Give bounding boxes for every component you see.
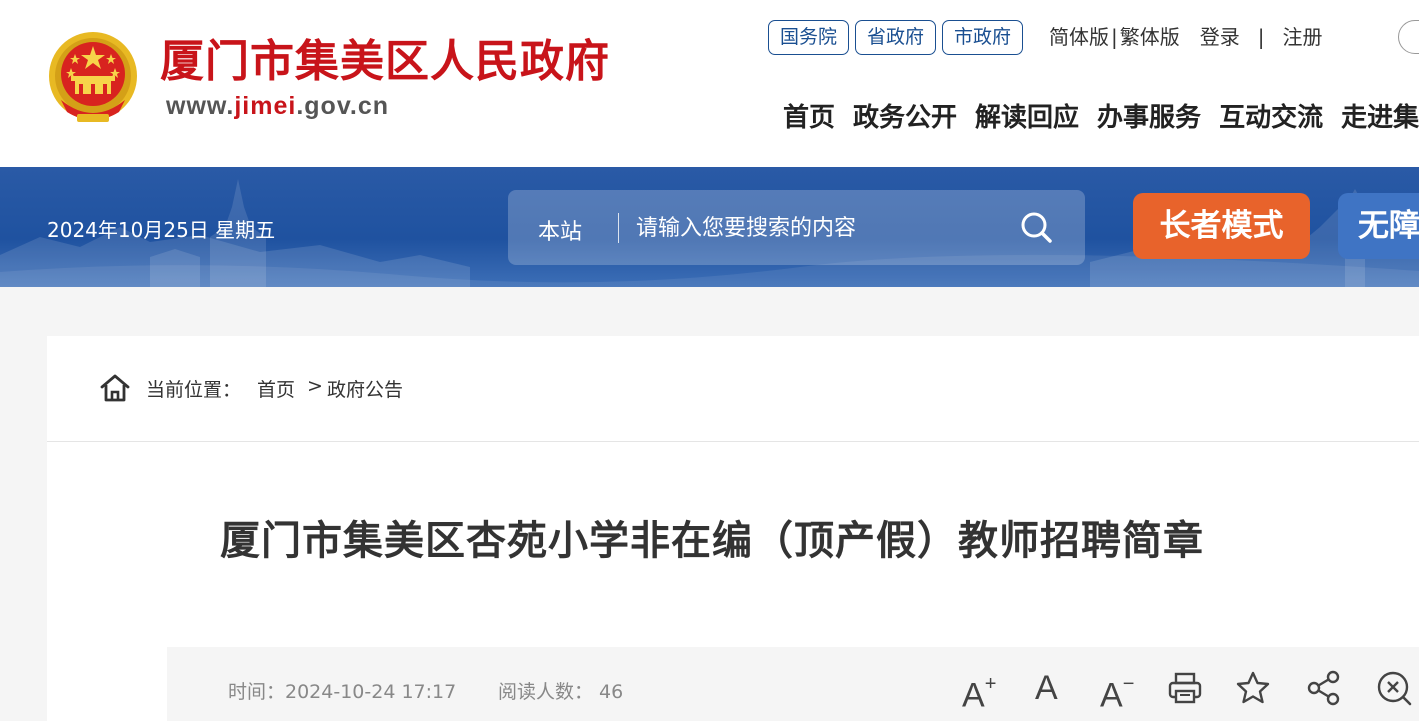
current-date: 2024年10月25日 星期五 [47, 218, 276, 242]
nav-home[interactable]: 首页 [783, 100, 835, 136]
traditional-version-link[interactable]: 繁体版 [1120, 20, 1180, 55]
breadcrumb-label: 当前位置： [146, 379, 242, 401]
register-link[interactable]: 注册 [1283, 20, 1323, 55]
article-meta-bar: 时间：2024-10-24 17:17 阅读人数： 46 A+ A A− [167, 647, 1419, 721]
link-city-gov[interactable]: 市政府 [942, 20, 1024, 55]
search-divider [618, 213, 619, 243]
article-card: 当前位置： 首页 > 政府公告 厦门市集美区杏苑小学非在编（顶产假）教师招聘简章… [47, 336, 1419, 721]
breadcrumb-home-link[interactable]: 首页 [257, 375, 295, 402]
search-box: 本站 [508, 190, 1085, 265]
accessibility-button[interactable]: 无障碍 [1338, 193, 1419, 259]
article-title: 厦门市集美区杏苑小学非在编（顶产假）教师招聘简章 [220, 518, 1204, 564]
link-provincial-gov[interactable]: 省政府 [855, 20, 937, 55]
elder-mode-button[interactable]: 长者模式 [1133, 193, 1310, 259]
site-header: 厦门市集美区人民政府 www.jimei.gov.cn 国务院 省政府 市政府 简体版… [0, 0, 1419, 167]
main-nav: 首页政务公开解读回应办事服务互动交流走进集美 [783, 100, 1419, 136]
font-decrease-glyph: A [1100, 676, 1123, 715]
site-url-highlight: jimei [234, 92, 297, 120]
view-count: 阅读人数： 46 [498, 681, 624, 703]
nav-about-jimei[interactable]: 走进集美 [1341, 100, 1419, 136]
font-decrease-mark: − [1122, 673, 1135, 695]
site-url[interactable]: www.jimei.gov.cn [166, 92, 389, 121]
font-normal-button[interactable]: A [1035, 669, 1058, 707]
home-icon [100, 374, 130, 402]
nav-interaction[interactable]: 互动交流 [1219, 100, 1323, 136]
nav-gov-affairs[interactable]: 政务公开 [853, 100, 957, 136]
font-increase-glyph: A [962, 676, 985, 715]
search-icon[interactable] [1018, 209, 1054, 245]
share-icon[interactable] [1306, 669, 1342, 707]
star-icon[interactable] [1235, 669, 1271, 707]
breadcrumb-current-link[interactable]: 政府公告 [327, 375, 403, 402]
nav-services[interactable]: 办事服务 [1097, 100, 1201, 136]
breadcrumb-separator: > [307, 375, 323, 397]
site-name[interactable]: 厦门市集美区人民政府 [160, 34, 610, 90]
search-input[interactable] [636, 208, 986, 248]
divider [47, 441, 1419, 442]
search-scope-select[interactable]: 本站 [538, 214, 582, 246]
more-button[interactable] [1398, 20, 1419, 54]
site-url-suffix: .gov.cn [296, 92, 390, 120]
print-icon[interactable] [1167, 669, 1203, 707]
auth-divider: | [1257, 25, 1265, 49]
login-link[interactable]: 登录 [1200, 20, 1240, 55]
close-icon[interactable] [1375, 669, 1415, 707]
font-increase-button[interactable]: A+ [962, 669, 997, 714]
link-state-council[interactable]: 国务院 [768, 20, 850, 55]
site-url-prefix: www. [166, 92, 235, 120]
font-decrease-button[interactable]: A− [1100, 669, 1135, 714]
national-emblem-logo [49, 32, 137, 122]
nav-interpretation[interactable]: 解读回应 [975, 100, 1079, 136]
simplified-version-link[interactable]: 简体版 [1049, 20, 1109, 55]
top-links: 国务院 省政府 市政府 简体版 | 繁体版 登录 | 注册 [768, 20, 1323, 56]
publish-time: 时间：2024-10-24 17:17 [228, 681, 457, 703]
font-increase-mark: + [984, 673, 997, 695]
lang-divider: | [1111, 25, 1118, 49]
banner: 2024年10月25日 星期五 本站 长者模式 无障碍 [0, 167, 1419, 287]
